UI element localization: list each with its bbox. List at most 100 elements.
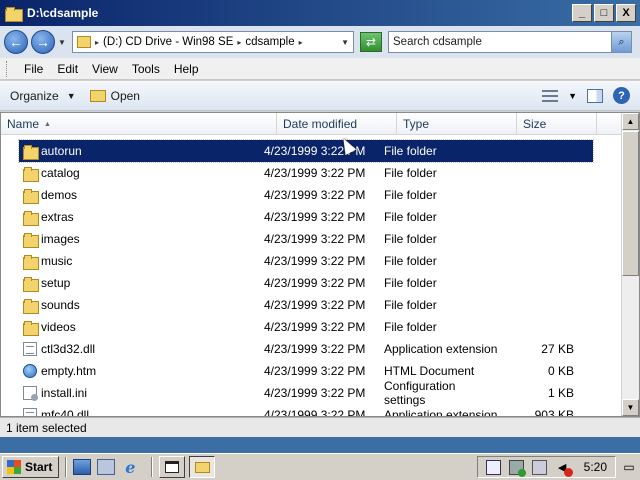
- organize-label: Organize: [10, 88, 59, 103]
- views-icon[interactable]: [542, 89, 559, 102]
- file-name: install.ini: [41, 386, 88, 400]
- menu-edit[interactable]: Edit: [50, 62, 85, 76]
- file-name: mfc40.dll: [41, 408, 90, 417]
- search-icon[interactable]: ⌕: [611, 32, 631, 52]
- organize-button[interactable]: Organize ▼: [10, 89, 76, 103]
- file-type: File folder: [384, 166, 437, 180]
- column-header-name[interactable]: Name ▲: [1, 113, 277, 135]
- file-size: 27 KB: [541, 342, 574, 356]
- taskbar-separator: [151, 457, 154, 477]
- refresh-button[interactable]: ⇄: [360, 32, 382, 52]
- chevron-right-icon[interactable]: ▸: [299, 38, 303, 47]
- chevron-right-icon[interactable]: ▸: [95, 38, 99, 47]
- file-size: 1 KB: [547, 386, 574, 400]
- file-date: 4/23/1999 3:22 PM: [264, 166, 366, 180]
- file-date: 4/23/1999 3:22 PM: [264, 320, 366, 334]
- table-row[interactable]: sounds 4/23/1999 3:22 PM File folder: [1, 294, 621, 316]
- scroll-down-arrow[interactable]: ▼: [622, 399, 639, 416]
- breadcrumb-folder[interactable]: cdsample: [245, 36, 294, 48]
- table-row[interactable]: images 4/23/1999 3:22 PM File folder: [1, 228, 621, 250]
- table-row[interactable]: mfc40.dll 4/23/1999 3:22 PM Application …: [1, 404, 621, 417]
- file-date: 4/23/1999 3:22 PM: [264, 408, 366, 417]
- forward-button[interactable]: →: [31, 30, 55, 54]
- show-desktop-button[interactable]: ▭: [620, 456, 638, 478]
- start-button[interactable]: Start: [2, 456, 60, 478]
- table-row[interactable]: empty.htm 4/23/1999 3:22 PM HTML Documen…: [1, 360, 621, 382]
- file-date: 4/23/1999 3:22 PM: [264, 276, 366, 290]
- menu-help[interactable]: Help: [167, 62, 206, 76]
- chevron-down-icon[interactable]: ▼: [341, 38, 349, 47]
- folder-icon: [23, 188, 39, 204]
- taskbar-explorer-button[interactable]: [189, 456, 216, 478]
- file-rows: autorun 4/23/1999 3:22 PM File folder ca…: [1, 139, 621, 417]
- file-name-cell: images: [1, 232, 259, 248]
- table-row[interactable]: demos 4/23/1999 3:22 PM File folder: [1, 184, 621, 206]
- notification-icon[interactable]: [485, 459, 501, 475]
- scroll-up-arrow[interactable]: ▲: [622, 113, 639, 130]
- preview-pane-icon[interactable]: [587, 88, 603, 103]
- security-icon[interactable]: [508, 459, 526, 477]
- column-header-size[interactable]: Size: [517, 113, 597, 135]
- breadcrumb-drive[interactable]: (D:) CD Drive - Win98 SE: [103, 36, 233, 48]
- open-button[interactable]: Open: [89, 89, 140, 103]
- scroll-thumb[interactable]: [622, 131, 639, 276]
- taskbar-separator: [65, 457, 68, 477]
- table-row[interactable]: autorun 4/23/1999 3:22 PM File folder: [18, 139, 594, 163]
- file-name: catalog: [41, 166, 80, 180]
- file-size: 0 KB: [547, 364, 574, 378]
- server-manager-icon[interactable]: [97, 459, 116, 475]
- table-row[interactable]: music 4/23/1999 3:22 PM File folder: [1, 250, 621, 272]
- windows-logo-icon: [7, 460, 21, 474]
- taskbar: Start e ◀ 5:20 ▭: [0, 453, 640, 480]
- column-header-type[interactable]: Type: [397, 113, 517, 135]
- file-name-cell: videos: [1, 320, 259, 336]
- taskbar-window-button[interactable]: [159, 456, 186, 478]
- status-text: 1 item selected: [6, 420, 87, 435]
- address-bar[interactable]: ▸ (D:) CD Drive - Win98 SE ▸ cdsample ▸ …: [72, 31, 354, 53]
- file-type: File folder: [384, 188, 437, 202]
- vertical-scrollbar[interactable]: ▲ ▼: [621, 113, 639, 416]
- maximize-button[interactable]: □: [594, 4, 614, 22]
- search-input[interactable]: Search cdsample ⌕: [388, 31, 632, 53]
- recent-pages-dropdown[interactable]: ▼: [58, 38, 68, 47]
- column-type-label: Type: [403, 117, 430, 131]
- open-folder-icon: [89, 89, 106, 102]
- file-name: sounds: [41, 298, 80, 312]
- table-row[interactable]: install.ini 4/23/1999 3:22 PM Configurat…: [1, 379, 621, 407]
- file-type: File folder: [384, 298, 437, 312]
- file-type: File folder: [384, 210, 437, 224]
- title-bar[interactable]: D:\cdsample _ □ X: [0, 0, 640, 26]
- file-date: 4/23/1999 3:22 PM: [264, 232, 366, 246]
- file-type: HTML Document: [384, 364, 475, 378]
- folder-icon: [23, 210, 39, 226]
- minimize-button[interactable]: _: [572, 4, 592, 22]
- folder-icon: [23, 320, 39, 336]
- file-name: images: [41, 232, 80, 246]
- internet-explorer-icon[interactable]: e: [121, 458, 139, 477]
- menu-file[interactable]: File: [17, 62, 50, 76]
- chevron-down-icon[interactable]: ▼: [568, 91, 577, 101]
- folder-icon: [77, 36, 91, 48]
- menu-tools[interactable]: Tools: [125, 62, 167, 76]
- table-row[interactable]: setup 4/23/1999 3:22 PM File folder: [1, 272, 621, 294]
- back-button[interactable]: ←: [4, 30, 28, 54]
- table-row[interactable]: catalog 4/23/1999 3:22 PM File folder: [1, 162, 621, 184]
- close-button[interactable]: X: [616, 4, 636, 22]
- column-header-date[interactable]: Date modified: [277, 113, 397, 135]
- volume-muted-icon[interactable]: ◀: [555, 460, 573, 477]
- file-date: 4/23/1999 3:22 PM: [264, 210, 366, 224]
- menu-view[interactable]: View: [85, 62, 125, 76]
- column-date-label: Date modified: [283, 117, 358, 131]
- file-name-cell: demos: [1, 188, 259, 204]
- file-name: videos: [41, 320, 76, 334]
- network-icon[interactable]: [531, 459, 547, 475]
- file-list: Name ▲ Date modified Type Size autorun 4…: [0, 112, 640, 417]
- show-desktop-icon[interactable]: [73, 459, 92, 475]
- table-row[interactable]: extras 4/23/1999 3:22 PM File folder: [1, 206, 621, 228]
- table-row[interactable]: videos 4/23/1999 3:22 PM File folder: [1, 316, 621, 338]
- help-icon[interactable]: ?: [613, 87, 630, 104]
- table-row[interactable]: ctl3d32.dll 4/23/1999 3:22 PM Applicatio…: [1, 338, 621, 360]
- chevron-right-icon[interactable]: ▸: [237, 38, 241, 47]
- clock[interactable]: 5:20: [584, 460, 607, 474]
- file-name-cell: catalog: [1, 166, 259, 182]
